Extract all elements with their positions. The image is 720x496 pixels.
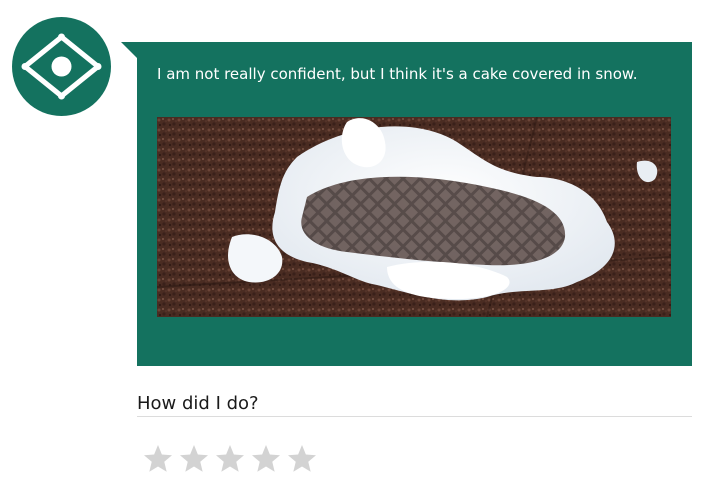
star-icon-2[interactable] — [178, 443, 210, 475]
star-icon-3[interactable] — [214, 443, 246, 475]
message-bubble-tail — [121, 42, 137, 58]
star-icon-1[interactable] — [142, 443, 174, 475]
eye-diamond-icon — [21, 33, 102, 100]
message-bubble: I am not really confident, but I think i… — [137, 42, 692, 366]
star-rating[interactable] — [142, 443, 318, 475]
star-icon-5[interactable] — [286, 443, 318, 475]
divider — [137, 416, 692, 417]
message-text: I am not really confident, but I think i… — [157, 65, 638, 83]
snow-footprint-photo — [157, 117, 671, 317]
feedback-prompt: How did I do? — [137, 393, 259, 414]
star-icon-4[interactable] — [250, 443, 282, 475]
bot-avatar — [12, 17, 111, 116]
